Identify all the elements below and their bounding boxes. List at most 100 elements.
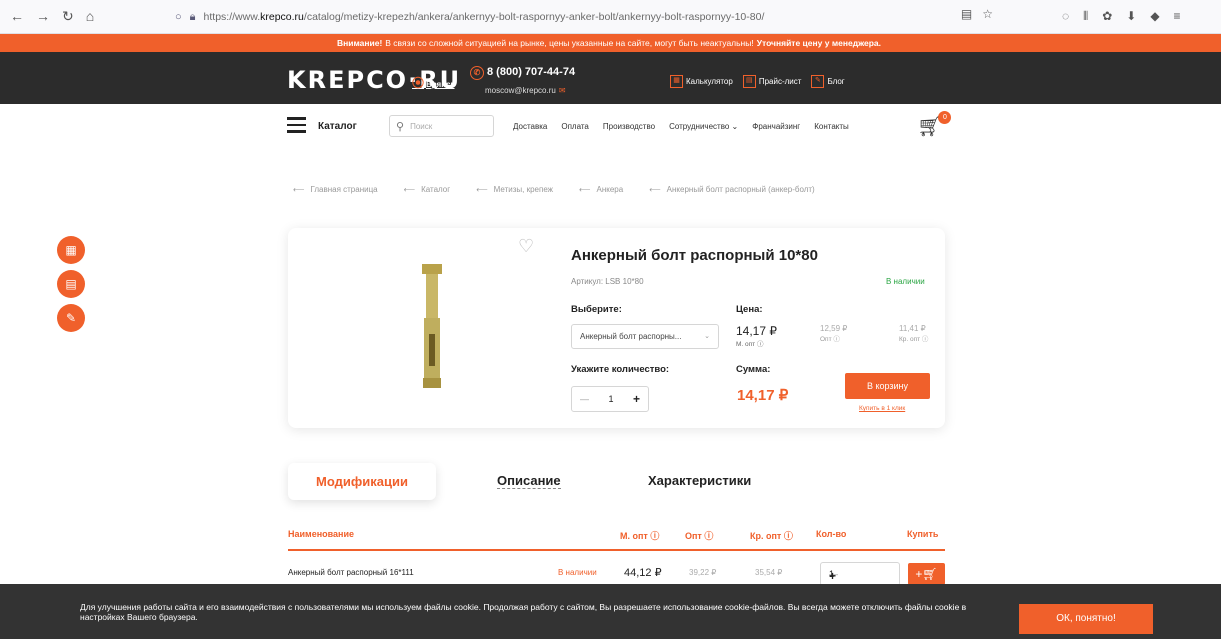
calculator-link[interactable]: ▦ Калькулятор: [670, 75, 733, 88]
blog-link[interactable]: ✎ Блог: [811, 75, 845, 88]
price-label: Цена:: [736, 304, 763, 315]
one-click-buy-link[interactable]: Купить в 1 клик: [859, 405, 905, 412]
notice-cta[interactable]: Уточняйте цену у менеджера.: [757, 38, 881, 48]
bookmark-star-icon[interactable]: ☆: [982, 7, 993, 21]
column-opt: Опт ⓘ: [685, 531, 714, 541]
menu-icon[interactable]: ≡: [1174, 9, 1181, 24]
quantity-value[interactable]: 1: [608, 394, 613, 404]
shield-icon: ○: [175, 11, 182, 23]
notice-warning: Внимание!: [336, 38, 383, 48]
column-buy: Купить: [907, 529, 939, 539]
product-image: [422, 264, 442, 388]
envelope-icon: ✉: [558, 86, 566, 95]
tab-description[interactable]: Описание: [497, 473, 561, 489]
cart-icon[interactable]: 🛒︎ 0: [917, 111, 952, 139]
tab-modifications[interactable]: Модификации: [288, 463, 436, 500]
url-actions: ▤ ☆: [961, 7, 993, 21]
catalog-button[interactable]: Каталог: [318, 121, 357, 132]
back-icon[interactable]: ←: [10, 8, 24, 25]
price-tiers: 14,17 ₽ М. опт ⓘ 12,59 ₽ Опт ⓘ 11,41 ₽ К…: [736, 324, 936, 354]
minus-icon[interactable]: —: [580, 394, 589, 404]
favorite-heart-icon[interactable]: ♡: [518, 236, 534, 257]
forward-icon[interactable]: →: [36, 8, 50, 25]
calculator-icon: ▦: [670, 75, 683, 88]
qty-label: Укажите количество:: [571, 364, 670, 375]
nav-item-franchise[interactable]: Франчайзинг: [752, 122, 800, 131]
tab-characteristics[interactable]: Характеристики: [648, 473, 751, 488]
extension-icon[interactable]: ✿: [1102, 9, 1112, 24]
header-links: ▦ Калькулятор ▤ Прайс-лист ✎ Блог: [670, 75, 845, 88]
plus-icon[interactable]: +: [633, 392, 640, 406]
row-name[interactable]: Анкерный болт распорный 16*111: [288, 568, 414, 577]
column-kr-opt: Кр. опт ⓘ: [750, 531, 793, 541]
price-list-link[interactable]: ▤ Прайс-лист: [742, 75, 801, 88]
nav-item-payment[interactable]: Оплата: [561, 122, 589, 131]
quantity-stepper[interactable]: — 1 +: [571, 386, 649, 412]
price-tier-m-opt: 14,17 ₽ М. опт ⓘ: [736, 324, 777, 348]
column-name: Наименование: [288, 529, 355, 539]
blog-icon[interactable]: ✎: [57, 304, 85, 332]
price-tier-kr-opt: 11,41 ₽ Кр. опт ⓘ: [899, 324, 929, 343]
price-tier-opt: 12,59 ₽ Опт ⓘ: [820, 324, 848, 343]
lock-icon: 🔒︎: [189, 10, 196, 23]
cart-count-badge: 0: [938, 111, 952, 124]
city-selector[interactable]: ⦿ Брянск: [412, 74, 455, 91]
row-kr-opt: 35,54 ₽: [755, 568, 783, 577]
download-icon[interactable]: ⬇: [1126, 9, 1136, 24]
add-to-cart-button[interactable]: В корзину: [845, 373, 930, 399]
nav-item-cooperation[interactable]: Сотрудничество ⌄: [669, 122, 738, 131]
reload-icon[interactable]: ↻: [62, 8, 74, 25]
breadcrumb-item[interactable]: ⟵ Каталог: [404, 185, 451, 194]
browser-nav: ← → ↻ ⌂: [0, 8, 150, 25]
pocket-icon[interactable]: ◌: [1062, 9, 1069, 24]
side-quick-links: ▦ ▤ ✎: [57, 236, 85, 338]
blog-icon: ✎: [811, 75, 825, 88]
row-m-opt: 44,12 ₽: [624, 567, 662, 579]
table-row: Анкерный болт распорный 16*111 В наличии…: [288, 562, 945, 586]
sum-value: 14,17 ₽: [737, 387, 789, 404]
nav-item-delivery[interactable]: Доставка: [513, 122, 547, 131]
chevron-down-icon: ⌄: [704, 333, 710, 340]
address-bar[interactable]: ○ 🔒︎ https://www.krepco.ru/catalog/metiz…: [175, 5, 993, 29]
calculator-icon[interactable]: ▦: [57, 236, 85, 264]
nav-item-production[interactable]: Производство: [603, 122, 655, 131]
breadcrumb-item[interactable]: ⟵ Анкерный болт распорный (анкер-болт): [649, 185, 815, 194]
browser-toolbar: ← → ↻ ⌂ ○ 🔒︎ https://www.krepco.ru/catal…: [0, 0, 1221, 34]
phone-icon: ✆: [470, 66, 484, 80]
add-to-cart-icon[interactable]: +🛒︎: [908, 563, 945, 585]
nav-menu: Доставка Оплата Производство Сотрудничес…: [513, 122, 849, 131]
breadcrumb-item[interactable]: ⟵ Главная страница: [293, 185, 378, 194]
breadcrumb-item[interactable]: ⟵ Метизы, крепеж: [476, 185, 553, 194]
plus-icon[interactable]: +: [829, 569, 836, 583]
location-pin-icon: ⦿: [412, 76, 425, 90]
reader-view-icon[interactable]: ▤: [961, 7, 972, 21]
sum-label: Сумма:: [736, 364, 771, 375]
price-list-icon[interactable]: ▤: [57, 270, 85, 298]
row-opt: 39,22 ₽: [689, 568, 717, 577]
stock-status: В наличии: [886, 277, 925, 286]
search-input[interactable]: ⚲ Поиск: [389, 115, 494, 137]
hamburger-icon[interactable]: [287, 117, 306, 137]
choose-label: Выберите:: [571, 304, 622, 315]
phone-number[interactable]: ✆ 8 (800) 707-44-74: [470, 66, 575, 80]
cookie-accept-button[interactable]: ОК, понятно!: [1019, 604, 1153, 634]
product-title: Анкерный болт распорный 10*80: [571, 247, 818, 264]
column-m-opt: М. опт ⓘ: [620, 531, 660, 541]
quantity-stepper[interactable]: — 1 +: [820, 562, 900, 586]
home-icon[interactable]: ⌂: [86, 8, 94, 25]
site-header: KREPCO·RU ⦿ Брянск ✆ 8 (800) 707-44-74 mos…: [0, 52, 1221, 104]
product-card: ♡ Анкерный болт распорный 10*80 Артикул:…: [288, 228, 945, 428]
variant-select[interactable]: Анкерный болт распорны... ⌄: [571, 324, 719, 349]
main-nav: Каталог ⚲ Поиск Доставка Оплата Производс…: [287, 111, 952, 142]
search-icon: ⚲: [396, 120, 405, 133]
url-text: https://www.krepco.ru/catalog/metizy-kre…: [203, 11, 765, 23]
library-icon[interactable]: ⫴: [1083, 9, 1088, 24]
email-link[interactable]: moscow@krepco.ru ✉: [485, 86, 566, 95]
nav-item-contacts[interactable]: Контакты: [814, 122, 849, 131]
price-notice-bar: Внимание! В связи со сложной ситуацией н…: [0, 34, 1221, 52]
addon-icon[interactable]: ◆: [1150, 9, 1159, 24]
browser-extensions: ◌ ⫴ ✿ ⬇ ◆ ≡: [1062, 9, 1181, 24]
row-stock: В наличии: [558, 568, 597, 577]
column-qty: Кол-во: [816, 529, 847, 539]
breadcrumb-item[interactable]: ⟵ Анкера: [579, 185, 623, 194]
